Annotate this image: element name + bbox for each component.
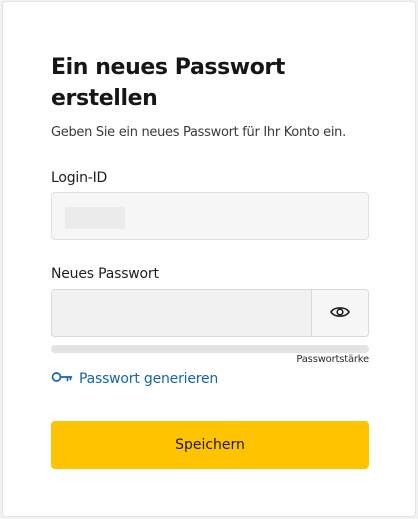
password-strength-label: Passwortstärke bbox=[296, 354, 369, 365]
login-id-value bbox=[65, 207, 125, 229]
generate-password-link[interactable]: Passwort generieren bbox=[51, 371, 218, 387]
generate-password-label: Passwort generieren bbox=[79, 371, 219, 387]
password-card: Ein neues Passwort erstellen Geben Sie e… bbox=[2, 1, 416, 517]
password-strength-bar bbox=[51, 345, 369, 353]
new-password-label: Neues Passwort bbox=[51, 266, 159, 282]
key-icon bbox=[51, 371, 73, 387]
login-id-label: Login-ID bbox=[51, 170, 108, 186]
eye-icon bbox=[330, 304, 350, 323]
save-button[interactable]: Speichern bbox=[51, 421, 369, 469]
page-subtitle: Geben Sie ein neues Passwort für Ihr Kon… bbox=[51, 125, 346, 140]
page-title: Ein neues Passwort erstellen bbox=[51, 55, 285, 111]
new-password-input[interactable] bbox=[52, 290, 311, 336]
login-id-field bbox=[51, 192, 369, 240]
new-password-group bbox=[51, 289, 369, 337]
show-password-button[interactable] bbox=[311, 290, 368, 336]
